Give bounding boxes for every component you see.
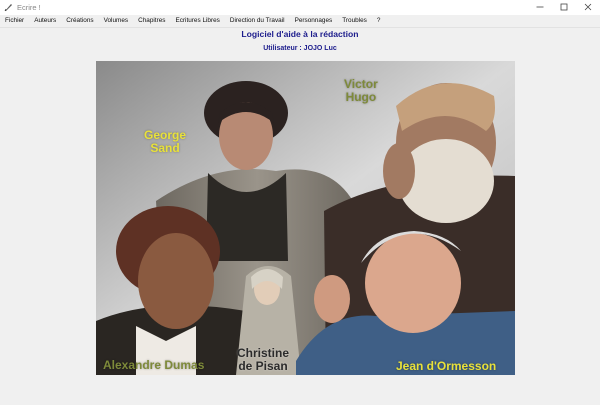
caption-jean-dormesson: Jean d'Ormesson [396,359,497,373]
menu-help[interactable]: ? [372,15,386,27]
close-button[interactable] [576,0,600,15]
menu-creations[interactable]: Créations [61,15,98,27]
collage-illustration [96,61,515,375]
caption-victor-hugo: Victor Hugo [344,77,378,104]
menu-fichier[interactable]: Fichier [0,15,29,27]
caption-alexandre-dumas: Alexandre Dumas [103,358,205,372]
menu-auteurs[interactable]: Auteurs [29,15,61,27]
minimize-icon [536,3,544,13]
menu-chapitres[interactable]: Chapitres [133,15,170,27]
menu-personnages[interactable]: Personnages [290,15,338,27]
menu-bar: Fichier Auteurs Créations Volumes Chapit… [0,15,600,28]
caption-christine-de-pisan: Christine de Pisan [237,346,290,373]
window-title: Ecrire ! [17,3,41,12]
title-bar: Ecrire ! [0,0,600,15]
menu-troubles[interactable]: Troubles [337,15,372,27]
authors-collage: George Sand Victor Hugo Alexandre Dumas … [96,61,515,375]
window-controls [528,0,600,15]
app-heading: Logiciel d'aide à la rédaction [241,29,359,39]
quill-icon [4,3,13,12]
menu-ecritures-libres[interactable]: Ecritures Libres [170,15,224,27]
menu-direction-du-travail[interactable]: Direction du Travail [225,15,290,27]
caption-george-sand: George Sand [144,128,187,155]
maximize-icon [560,3,568,13]
menu-volumes[interactable]: Volumes [99,15,134,27]
user-line: Utilisateur : JOJO Luc [263,45,337,52]
maximize-button[interactable] [552,0,576,15]
close-icon [584,3,592,13]
minimize-button[interactable] [528,0,552,15]
